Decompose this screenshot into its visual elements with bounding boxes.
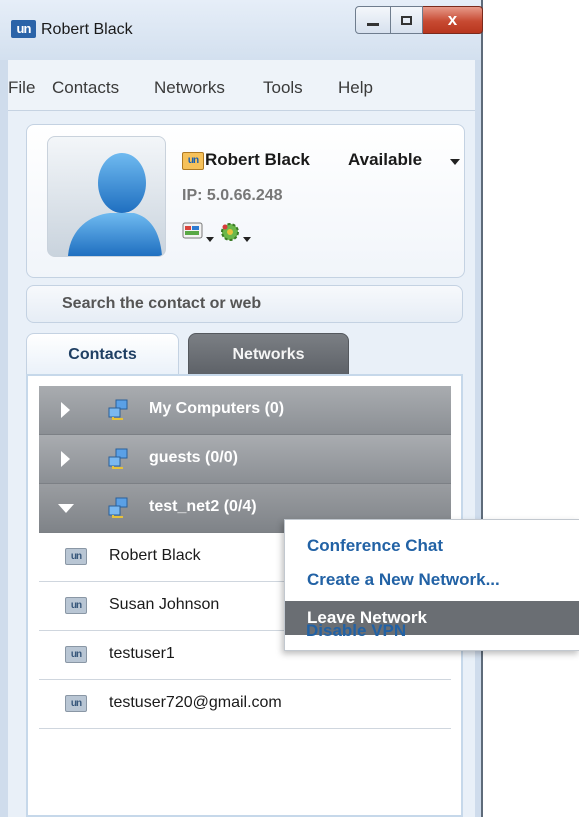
avatar-silhouette-icon bbox=[68, 153, 162, 256]
window-title: Robert Black bbox=[41, 21, 133, 38]
network-icon bbox=[108, 497, 128, 518]
member-name: Robert Black bbox=[109, 547, 201, 564]
user-offline-icon: un bbox=[65, 548, 87, 565]
close-button[interactable]: x bbox=[423, 6, 483, 34]
caption-buttons: x bbox=[355, 6, 483, 36]
window-client: File Contacts Networks Tools Help un Rob… bbox=[8, 60, 475, 817]
status-caret-icon[interactable] bbox=[450, 159, 460, 165]
app-logo-icon: un bbox=[11, 20, 36, 38]
group-label: My Computers (0) bbox=[149, 400, 285, 417]
menu-tools[interactable]: Tools bbox=[263, 78, 303, 98]
menu-contacts[interactable]: Contacts bbox=[52, 78, 119, 98]
menu-item-conference-chat[interactable]: Conference Chat bbox=[285, 529, 579, 563]
expand-arrow-icon[interactable] bbox=[61, 451, 70, 467]
member-name: Susan Johnson bbox=[109, 596, 220, 613]
close-icon: x bbox=[447, 10, 458, 29]
profile-name: Robert Black bbox=[205, 150, 310, 169]
avatar[interactable] bbox=[47, 136, 166, 257]
user-status-icon: un bbox=[182, 152, 204, 170]
status-selector[interactable]: Available bbox=[348, 150, 422, 170]
group-row-my-computers[interactable]: My Computers (0) bbox=[39, 386, 451, 435]
search-input[interactable] bbox=[26, 285, 463, 323]
tab-networks[interactable]: Networks bbox=[188, 333, 349, 375]
network-icon bbox=[108, 448, 128, 469]
collapse-arrow-icon[interactable] bbox=[58, 504, 74, 513]
profile-card: un Robert Black Available IP: 5.0.66.248 bbox=[26, 124, 465, 278]
minimize-icon bbox=[367, 22, 379, 26]
user-offline-icon: un bbox=[65, 695, 87, 712]
network-icon bbox=[108, 399, 128, 420]
profile-ip: IP: 5.0.66.248 bbox=[182, 187, 283, 204]
user-offline-icon: un bbox=[65, 646, 87, 663]
member-name: testuser1 bbox=[109, 645, 175, 662]
app-window: un Robert Black x File Contacts Networks… bbox=[0, 0, 483, 817]
expand-arrow-icon[interactable] bbox=[61, 402, 70, 418]
group-label: test_net2 (0/4) bbox=[149, 498, 257, 515]
group-row-guests[interactable]: guests (0/0) bbox=[39, 435, 451, 484]
maximize-icon bbox=[401, 15, 412, 25]
menu-networks[interactable]: Networks bbox=[154, 78, 225, 98]
settings-gear-icon[interactable] bbox=[219, 221, 241, 243]
user-offline-icon: un bbox=[65, 597, 87, 614]
menu-bar: File Contacts Networks Tools Help bbox=[8, 60, 475, 111]
menu-help[interactable]: Help bbox=[338, 78, 373, 98]
member-name: testuser720@gmail.com bbox=[109, 694, 282, 711]
title-bar[interactable]: un Robert Black x bbox=[0, 0, 483, 60]
member-row[interactable]: un testuser720@gmail.com bbox=[39, 680, 451, 729]
talk-icon[interactable] bbox=[182, 221, 204, 243]
maximize-button[interactable] bbox=[391, 6, 423, 34]
settings-caret-icon[interactable] bbox=[243, 237, 251, 242]
menu-item-create-network[interactable]: Create a New Network... bbox=[285, 563, 579, 597]
menu-item-disable-vpn[interactable]: Disable VPN bbox=[284, 614, 579, 648]
minimize-button[interactable] bbox=[355, 6, 391, 34]
group-label: guests (0/0) bbox=[149, 449, 238, 466]
tab-contacts[interactable]: Contacts bbox=[26, 333, 179, 375]
menu-file[interactable]: File bbox=[8, 78, 35, 98]
talk-caret-icon[interactable] bbox=[206, 237, 214, 242]
